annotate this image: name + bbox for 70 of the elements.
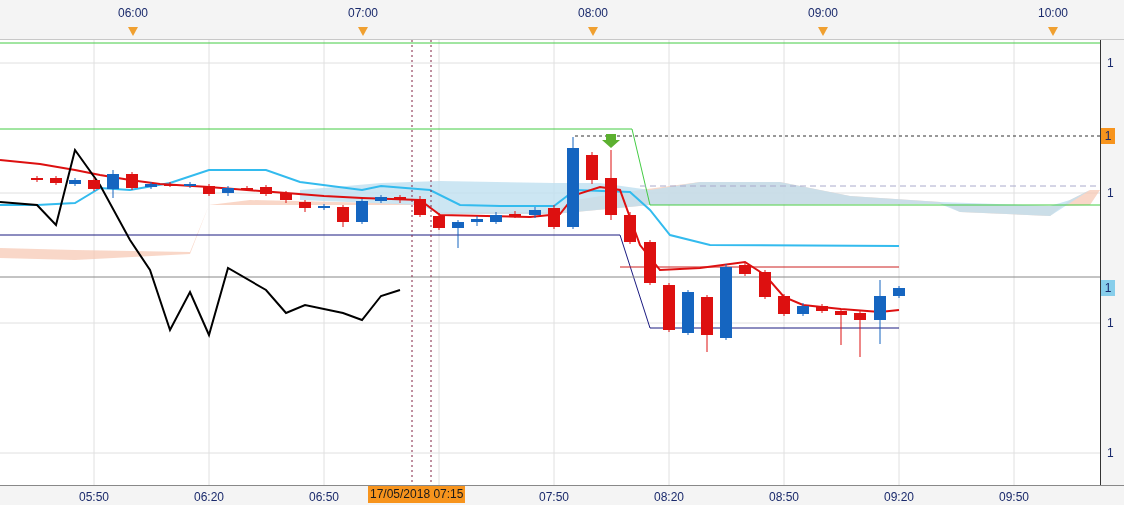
- candlestick: [663, 282, 675, 333]
- candlestick: [260, 184, 272, 197]
- time-label: 08:50: [769, 489, 799, 505]
- time-label: 06:20: [194, 489, 224, 505]
- triangle-marker-icon: [588, 27, 598, 36]
- candlestick: [145, 181, 157, 190]
- candlestick: [69, 177, 81, 187]
- time-label: 09:50: [999, 489, 1029, 505]
- candlestick: [778, 293, 790, 317]
- candlestick: [414, 195, 426, 218]
- time-label: 07:00: [348, 5, 378, 22]
- triangle-marker-icon: [818, 27, 828, 36]
- candlestick: [318, 203, 330, 211]
- candlestick: [816, 303, 828, 314]
- candlestick: [433, 212, 445, 231]
- time-label: 08:00: [578, 5, 608, 22]
- candlestick: [739, 261, 751, 277]
- candlestick: [529, 206, 541, 219]
- price-label: 1: [1107, 316, 1114, 330]
- candlestick: [375, 194, 387, 204]
- candlestick: [241, 185, 253, 192]
- candlestick: [490, 211, 502, 225]
- candlestick: [107, 169, 119, 199]
- candlestick: [797, 302, 809, 317]
- candlestick: [835, 308, 847, 346]
- candlestick: [701, 294, 713, 353]
- candlestick: [471, 215, 483, 227]
- candlestick: [337, 204, 349, 228]
- candlestick: [548, 204, 560, 230]
- price-marker: 1: [1101, 128, 1115, 144]
- time-label: 08:20: [654, 489, 684, 505]
- candlestick: [759, 269, 771, 300]
- price-label: 1: [1107, 56, 1114, 70]
- cursor-time-label: 17/05/2018 07:15: [368, 486, 466, 503]
- down-arrow-icon: [602, 134, 620, 148]
- candlestick: [682, 289, 694, 336]
- candlestick: [356, 198, 368, 225]
- time-label: 06:50: [309, 489, 339, 505]
- candlestick: [509, 210, 521, 219]
- triangle-marker-icon: [1048, 27, 1058, 36]
- candlestick: [31, 175, 43, 183]
- time-label: 07:50: [539, 489, 569, 505]
- candlestick: [164, 181, 176, 188]
- candlestick: [854, 310, 866, 358]
- time-label: 10:00: [1038, 5, 1068, 22]
- candlestick: [644, 239, 656, 286]
- candlestick: [203, 183, 215, 197]
- price-label: 1: [1107, 446, 1114, 460]
- candlestick: [299, 199, 311, 213]
- candlestick: [184, 181, 196, 189]
- triangle-marker-icon: [128, 27, 138, 36]
- candlestick: [605, 149, 617, 221]
- time-label: 09:00: [808, 5, 838, 22]
- candlestick: [874, 279, 886, 345]
- candlestick: [280, 190, 292, 204]
- time-label: 05:50: [79, 489, 109, 505]
- candlestick: [394, 194, 406, 204]
- candlestick: [88, 177, 100, 192]
- candlestick: [893, 285, 905, 299]
- candlestick: [586, 151, 598, 185]
- candlestick: [50, 175, 62, 186]
- candlestick: [624, 211, 636, 245]
- time-label: 06:00: [118, 5, 148, 22]
- price-marker: 1: [1101, 280, 1115, 296]
- triangle-marker-icon: [358, 27, 368, 36]
- candlestick: [126, 171, 138, 191]
- candlestick: [452, 219, 464, 249]
- time-label: 09:20: [884, 489, 914, 505]
- candlestick: [222, 185, 234, 197]
- price-label: 1: [1107, 186, 1114, 200]
